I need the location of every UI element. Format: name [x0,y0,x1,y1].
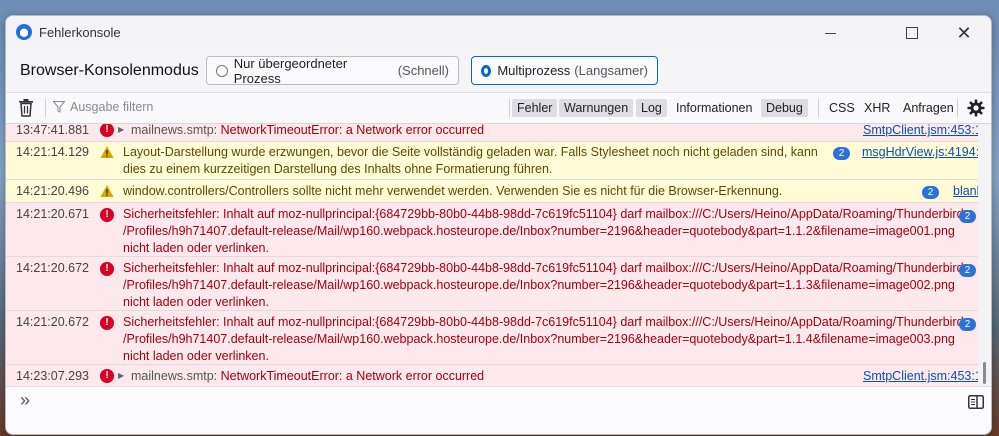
message-text: mailnews.smtp: NetworkTimeoutError: a Ne… [131,369,485,383]
window-title: Fehlerkonsole [39,25,121,40]
console-input-bar[interactable]: » [6,386,991,434]
message-line: nicht laden oder verlinken. [123,349,269,363]
radio-checked-icon [481,64,492,77]
filter-debug-toggle[interactable]: Debug [761,99,808,117]
filter-info-toggle[interactable]: Informationen [671,99,757,117]
minimize-icon [824,32,836,34]
close-button[interactable]: ✕ [941,16,987,50]
timestamp: 14:21:20.672 [16,315,89,329]
timestamp: 13:47:41.881 [16,124,89,137]
chevrons-right-icon: » [20,390,31,410]
timestamp: 14:21:14.129 [16,145,89,159]
message-line: /Profiles/h9h71407.default-release/Mail/… [123,224,955,238]
log-row-error[interactable]: 14:21:20.671 ! Sicherheitsfehler: Inhalt… [6,203,978,257]
radio-unchecked-icon [216,64,228,77]
toolbar-divider [818,99,819,117]
timestamp: 14:21:20.671 [16,207,89,221]
error-icon: ! [100,316,114,330]
message-source-link[interactable]: msgHdrView.js:4194:6 [862,145,986,159]
filter-input[interactable] [70,97,500,117]
filter-requests-toggle[interactable]: Anfragen [898,99,959,117]
message-text: window.controllers/Controllers sollte ni… [123,184,783,198]
repeat-count-badge: 2 [959,264,976,277]
mode-option-sub: (Schnell) [397,63,449,78]
mode-option-sub: (Langsamer) [574,63,648,78]
message-line: /Profiles/h9h71407.default-release/Mail/… [123,332,955,346]
repeat-count-badge: 2 [833,147,850,160]
error-icon: ! [100,369,114,383]
message-text: mailnews.smtp: NetworkTimeoutError: a Ne… [131,124,485,137]
message-source-link[interactable]: SmtpClient.jsm:453:17 [863,369,989,383]
log-row-error[interactable]: 14:21:20.672 ! Sicherheitsfehler: Inhalt… [6,311,978,365]
expand-triangle-icon[interactable]: ▶ [118,371,124,380]
title-bar: Fehlerkonsole ✕ [6,16,991,50]
filter-icon [53,101,65,113]
timestamp: 14:21:20.496 [16,184,89,198]
console-mode-title: Browser-Konsolenmodus [20,62,199,79]
repeat-count-badge: 2 [922,186,939,199]
console-mode-bar: Browser-Konsolenmodus Nur übergeordneter… [6,50,991,93]
error-icon: ! [100,262,114,276]
log-row-error[interactable]: 13:47:41.881 ! ▶ mailnews.smtp: NetworkT… [6,124,989,142]
message-line: nicht laden oder verlinken. [123,295,269,309]
mode-multiprocess-option[interactable]: Multiprozess (Langsamer) [471,56,658,85]
message-log: 13:47:41.881 ! ▶ mailnews.smtp: NetworkT… [6,124,991,386]
error-icon: ! [100,124,114,137]
close-icon: ✕ [956,22,972,43]
maximize-button[interactable] [889,16,935,50]
filter-errors-toggle[interactable]: Fehler [512,99,558,117]
log-scrollbar[interactable] [978,124,991,386]
message-line: dies zu einem kurzzeitigen Darstellung d… [123,162,553,176]
scrollbar-thumb[interactable] [983,362,986,384]
editor-mode-toggle-icon[interactable] [968,395,984,409]
timestamp: 14:21:20.672 [16,261,89,275]
log-row-warning[interactable]: 14:21:14.129 Layout-Darstellung wurde er… [6,142,986,180]
repeat-count-badge: 2 [959,318,976,331]
expand-triangle-icon[interactable]: ▶ [118,125,124,134]
filter-warnings-toggle[interactable]: Warnungen [559,99,634,117]
minimize-button[interactable] [807,16,853,50]
log-row-warning[interactable]: 14:21:20.496 window.controllers/Controll… [6,180,983,203]
console-toolbar: Fehler Warnungen Log Informationen Debug… [6,93,991,124]
timestamp: 14:23:07.293 [16,369,89,383]
log-row-error[interactable]: 14:23:07.293 ! ▶ mailnews.smtp: NetworkT… [6,365,989,386]
maximize-icon [906,27,918,39]
message-line: Sicherheitsfehler: Inhalt auf moz-nullpr… [123,261,964,275]
warning-icon [100,146,114,158]
warning-icon [100,185,114,197]
error-icon: ! [100,208,114,222]
filter-css-toggle[interactable]: CSS [824,99,860,117]
message-line: nicht laden oder verlinken. [123,241,269,255]
message-line: Sicherheitsfehler: Inhalt auf moz-nullpr… [123,207,964,221]
error-console-window: Fehlerkonsole ✕ Browser-Konsolenmodus Nu… [5,15,992,435]
toolbar-divider [957,99,958,117]
toolbar-divider [509,99,510,117]
filter-xhr-toggle[interactable]: XHR [859,99,895,117]
thunderbird-app-icon [16,24,32,40]
message-source-link[interactable]: SmtpClient.jsm:453:17 [863,124,989,137]
message-line: Sicherheitsfehler: Inhalt auf moz-nullpr… [123,315,964,329]
mode-option-label: Nur übergeordneter Prozess [233,55,348,86]
filter-log-toggle[interactable]: Log [636,99,667,117]
message-line: /Profiles/h9h71407.default-release/Mail/… [123,278,955,292]
trash-icon[interactable] [18,99,34,117]
mode-option-label: Multiprozess [497,63,571,78]
gear-icon[interactable] [966,98,986,118]
message-line: Layout-Darstellung wurde erzwungen, bevo… [123,145,818,159]
toolbar-divider [45,99,46,117]
mode-parent-process-option[interactable]: Nur übergeordneter Prozess (Schnell) [206,55,459,86]
repeat-count-badge: 2 [959,210,976,223]
log-row-error[interactable]: 14:21:20.672 ! Sicherheitsfehler: Inhalt… [6,257,978,311]
